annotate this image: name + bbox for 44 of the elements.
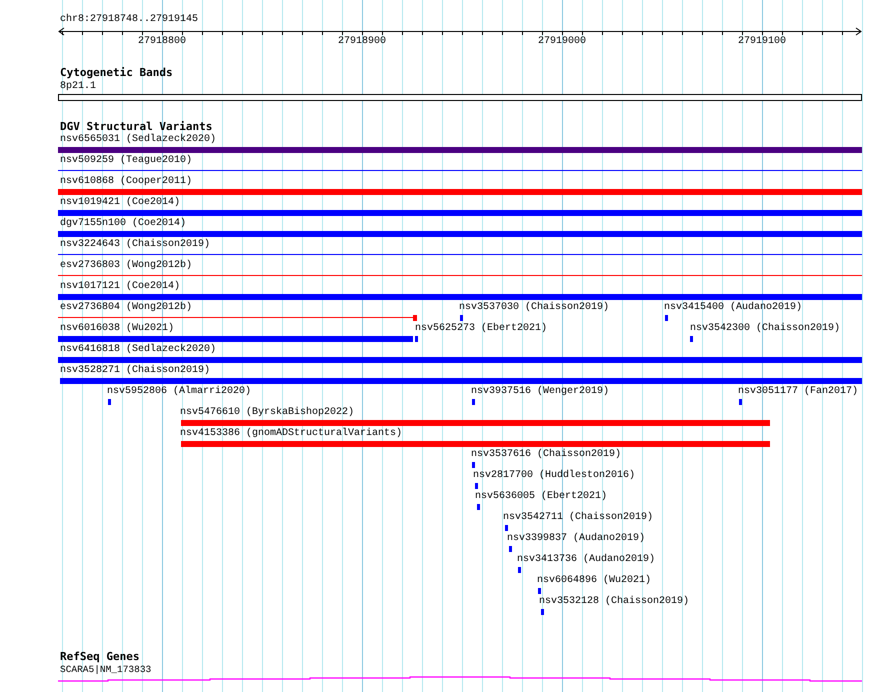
variant-label[interactable]: nsv5636005 (Ebert2021) [475,491,608,503]
variant-label[interactable]: nsv5625273 (Ebert2021) [415,323,548,335]
gene-model-drawing[interactable] [58,676,862,682]
ruler-tick-label: 27918800 [136,36,187,48]
variant-label[interactable]: nsv6416818 (Sedlazeck2020) [60,344,216,356]
variant-label[interactable]: nsv3224643 (Chaisson2019) [60,239,210,251]
variant-label[interactable]: nsv3528271 (Chaisson2019) [60,365,210,377]
variant-label[interactable]: nsv6565031 (Sedlazeck2020) [60,134,216,146]
variant-label[interactable]: nsv5476610 (ByrskaBishop2022) [180,407,354,419]
ruler-tick-label: 27919100 [736,36,787,48]
variant-label[interactable]: nsv3413736 (Audano2019) [517,554,656,566]
variant-label[interactable]: nsv3051177 (Fan2017) [738,386,858,398]
variant-label[interactable]: nsv3542711 (Chaisson2019) [503,512,654,524]
variant-label[interactable]: nsv6016038 (Wu2021) [60,323,174,335]
track-title: Cytogenetic Bands [60,67,173,79]
band-label: 8p21.1 [60,81,96,93]
variant-line[interactable] [58,254,862,255]
variant-label[interactable]: esv2736804 (Wong2012b) [60,302,192,314]
ruler-label: chr8:27918748..27919145 [60,14,198,26]
variant-label[interactable]: nsv3542300 (Chaisson2019) [690,323,840,335]
variant-label[interactable]: nsv5952806 (Almarri2020) [107,386,252,398]
ruler-tick-label: 27919000 [536,36,587,48]
variant-label[interactable]: nsv3537030 (Chaisson2019) [459,302,610,314]
variant-bar[interactable] [58,315,417,321]
variant-label[interactable]: nsv3532128 (Chaisson2019) [539,596,690,608]
variant-label[interactable]: nsv1019421 (Coe2014) [60,197,180,209]
variant-label[interactable]: nsv3537616 (Chaisson2019) [471,449,622,461]
variant-label[interactable]: nsv4153386 (gnomADStructuralVariants) [180,428,402,440]
variant-label[interactable]: nsv1017121 (Coe2014) [60,281,180,293]
ruler-tick-label: 27918900 [336,36,387,48]
variant-line[interactable] [58,170,862,171]
variant-label[interactable]: nsv3415400 (Audano2019) [664,302,802,314]
track-title: DGV Structural Variants [60,121,212,133]
variant-label[interactable]: nsv6064896 (Wu2021) [537,575,652,587]
variant-label[interactable]: nsv509259 (Teague2010) [60,155,192,167]
variant-label[interactable]: nsv3399837 (Audano2019) [507,533,646,545]
variant-label[interactable]: nsv2817700 (Huddleston2016) [473,470,636,482]
gene-label[interactable]: SCARA5|NM_173833 [60,664,152,676]
variant-label[interactable]: nsv3937516 (Wenger2019) [471,386,610,398]
variant-label[interactable]: dgv7155n100 (Coe2014) [60,218,186,230]
track-title: RefSeq Genes [60,651,140,663]
variant-label[interactable]: esv2736803 (Wong2012b) [60,260,192,272]
variant-label[interactable]: nsv610868 (Cooper2011) [60,176,192,188]
variant-line[interactable] [58,275,862,276]
